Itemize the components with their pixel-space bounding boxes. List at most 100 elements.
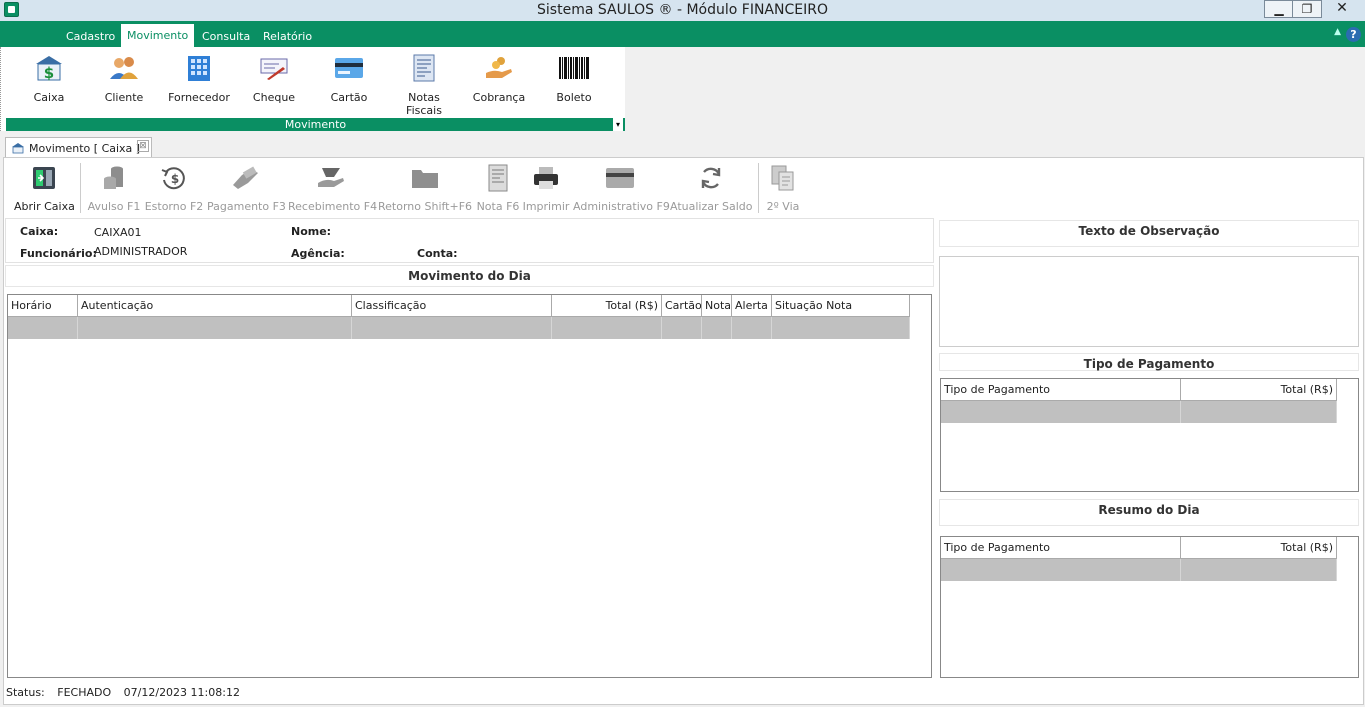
column-total[interactable]: Total (R$) xyxy=(552,295,662,317)
estorno-button[interactable]: $ Estorno F2 xyxy=(144,163,204,215)
toolbar-label: Nota F6 xyxy=(476,200,520,213)
caixa-label: Caixa: xyxy=(20,225,59,238)
invoice-icon xyxy=(408,53,440,83)
receipt-icon xyxy=(476,163,520,193)
document-tab-movimento-caixa[interactable]: Movimento [ Caixa ] ⊠ xyxy=(5,137,152,158)
refund-icon: $ xyxy=(144,163,204,193)
abrir-caixa-button[interactable]: Abrir Caixa xyxy=(14,163,75,215)
avulso-button[interactable]: Avulso F1 xyxy=(87,163,141,215)
grid-cell[interactable] xyxy=(662,317,702,339)
column-classificacao[interactable]: Classificação xyxy=(352,295,552,317)
collapse-ribbon-icon[interactable]: ▲ xyxy=(1334,27,1341,37)
barcode-icon xyxy=(558,53,590,83)
column-horario[interactable]: Horário xyxy=(8,295,78,317)
resumo-do-dia-title: Resumo do Dia xyxy=(939,499,1359,526)
observacao-textarea[interactable] xyxy=(939,256,1359,347)
grid-cell[interactable] xyxy=(78,317,352,339)
open-cash-icon xyxy=(14,163,74,193)
check-pen-icon xyxy=(258,53,290,83)
conta-label: Conta: xyxy=(417,247,458,260)
grid-cell[interactable] xyxy=(8,317,78,339)
ribbon-button-cobranca[interactable]: Cobrança xyxy=(464,53,534,104)
coins-stack-icon xyxy=(87,163,141,193)
hand-coins-icon xyxy=(483,53,515,83)
building-icon xyxy=(183,53,215,83)
column-alerta[interactable]: Alerta xyxy=(732,295,772,317)
ribbon-group-label: Movimento ▾ xyxy=(6,118,625,131)
ribbon-button-notas-fiscais[interactable]: Notas Fiscais xyxy=(389,53,459,117)
payment-hand-icon xyxy=(207,163,285,193)
toolbar-label: Administrativo F9 xyxy=(573,200,670,213)
grid-cell[interactable] xyxy=(941,559,1181,581)
help-icon[interactable]: ? xyxy=(1346,27,1361,42)
tipo-pagamento-grid[interactable]: Tipo de Pagamento Total (R$) xyxy=(940,378,1359,492)
column-total[interactable]: Total (R$) xyxy=(1181,537,1337,559)
grid-cell[interactable] xyxy=(702,317,732,339)
administrativo-button[interactable]: Administrativo F9 xyxy=(573,163,670,215)
status-value: FECHADO xyxy=(57,686,112,699)
ribbon-button-cartao[interactable]: Cartão xyxy=(314,53,384,104)
column-tipo-pagamento[interactable]: Tipo de Pagamento xyxy=(941,537,1181,559)
tab-consulta[interactable]: Consulta xyxy=(196,25,256,47)
caixa-value: CAIXA01 xyxy=(94,226,142,239)
ribbon-group-title: Movimento xyxy=(284,118,347,131)
nota-button[interactable]: Nota F6 xyxy=(476,163,520,215)
grid-cell[interactable] xyxy=(352,317,552,339)
column-nota[interactable]: Nota xyxy=(702,295,732,317)
status-bar: Status: FECHADO 07/12/2023 11:08:12 xyxy=(6,686,249,699)
cash-register-icon xyxy=(12,143,24,154)
tipo-pagamento-title: Tipo de Pagamento xyxy=(939,353,1359,371)
ribbon-button-boleto[interactable]: Boleto xyxy=(539,53,609,104)
retorno-button[interactable]: Retorno Shift+F6 xyxy=(378,163,472,215)
grid-cell[interactable] xyxy=(552,317,662,339)
atualizar-saldo-button[interactable]: Atualizar Saldo xyxy=(670,163,753,215)
toolbar-label: Recebimento F4 xyxy=(288,200,378,213)
tab-movimento[interactable]: Movimento xyxy=(121,24,195,47)
toolbar-label: Imprimir xyxy=(522,200,570,213)
grid-cell[interactable] xyxy=(772,317,910,339)
ribbon-tab-bar: Cadastro Movimento Consulta Relatório xyxy=(0,21,1365,47)
close-tab-icon[interactable]: ⊠ xyxy=(137,140,149,152)
toolbar-label: 2º Via xyxy=(766,200,800,213)
ribbon-button-cliente[interactable]: Cliente xyxy=(89,53,159,104)
toolbar-label: Estorno F2 xyxy=(144,200,204,213)
toolbar-separator xyxy=(80,163,81,213)
printer-icon xyxy=(522,163,570,193)
tab-cadastro[interactable]: Cadastro xyxy=(60,25,121,47)
grid-cell[interactable] xyxy=(1181,401,1337,423)
recebimento-button[interactable]: Recebimento F4 xyxy=(288,163,378,215)
ribbon-button-cheque[interactable]: Cheque xyxy=(239,53,309,104)
toolbar-label: Abrir Caixa xyxy=(14,200,75,213)
minimize-button[interactable]: ▁ xyxy=(1264,0,1294,18)
ribbon-group-arrow-icon[interactable]: ▾ xyxy=(613,118,623,131)
close-button[interactable]: ✕ xyxy=(1322,0,1362,18)
column-cartao[interactable]: Cartão xyxy=(662,295,702,317)
status-label: Status: xyxy=(6,686,45,699)
window-title: Sistema SAULOS ® - Módulo FINANCEIRO xyxy=(537,2,828,18)
ribbon-button-label: Fornecedor xyxy=(168,91,230,104)
segunda-via-button[interactable]: 2º Via xyxy=(764,163,802,215)
movimento-grid[interactable]: Horário Autenticação Classificação Total… xyxy=(7,294,932,678)
grid-cell[interactable] xyxy=(1181,559,1337,581)
grid-cell[interactable] xyxy=(941,401,1181,423)
movimento-do-dia-title: Movimento do Dia xyxy=(5,265,934,287)
column-tipo-pagamento[interactable]: Tipo de Pagamento xyxy=(941,379,1181,401)
column-total[interactable]: Total (R$) xyxy=(1181,379,1337,401)
ribbon-button-fornecedor[interactable]: Fornecedor xyxy=(164,53,234,104)
toolbar-label: Retorno Shift+F6 xyxy=(378,200,473,213)
column-autenticacao[interactable]: Autenticação xyxy=(78,295,352,317)
folder-icon xyxy=(378,163,472,193)
toolbar-label: Avulso F1 xyxy=(87,200,141,213)
maximize-button[interactable]: ❐ xyxy=(1292,0,1322,18)
resumo-grid[interactable]: Tipo de Pagamento Total (R$) xyxy=(940,536,1359,678)
ribbon-button-label: Boleto xyxy=(556,91,592,104)
ribbon-button-caixa[interactable]: $ Caixa xyxy=(14,53,84,104)
grid-cell[interactable] xyxy=(732,317,772,339)
column-situacao-nota[interactable]: Situação Nota xyxy=(772,295,910,317)
caixa-info-panel: Caixa: CAIXA01 Funcionário: ADMINISTRADO… xyxy=(5,218,934,263)
pagamento-button[interactable]: Pagamento F3 xyxy=(207,163,286,215)
nome-label: Nome: xyxy=(291,225,332,238)
imprimir-button[interactable]: Imprimir xyxy=(522,163,570,215)
tab-relatorio[interactable]: Relatório xyxy=(257,25,318,47)
title-bar: Sistema SAULOS ® - Módulo FINANCEIRO ▁ ❐… xyxy=(0,0,1365,21)
